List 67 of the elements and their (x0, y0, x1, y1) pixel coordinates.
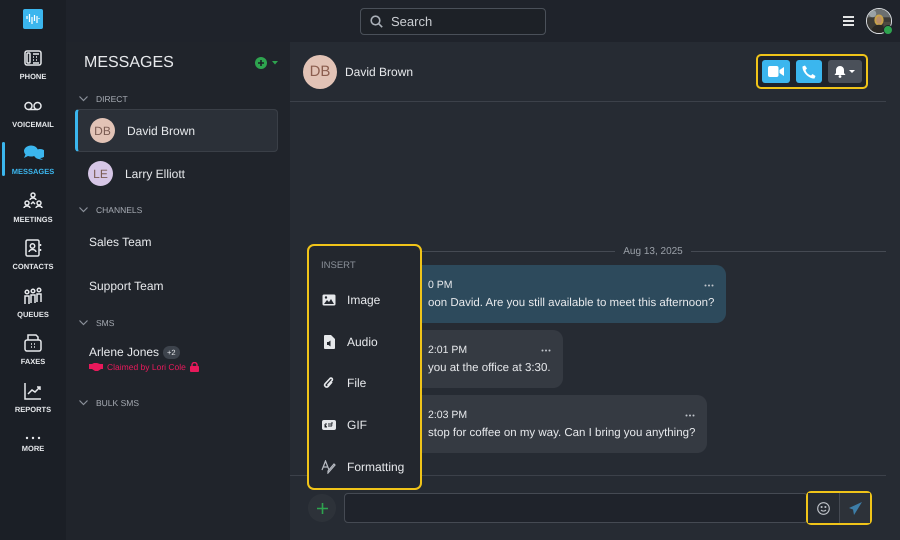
new-message-button[interactable] (255, 57, 278, 69)
gif-icon (322, 420, 336, 430)
chevron-down-icon[interactable] (79, 207, 88, 213)
meetings-icon (23, 190, 43, 211)
contact-name: David Brown (345, 64, 414, 78)
section-heading: SMS (96, 318, 114, 328)
initials-avatar: DB (90, 118, 115, 143)
channel-item[interactable]: Sales Team (75, 220, 278, 264)
caret-icon (272, 61, 278, 65)
initials-avatar: DB (303, 54, 337, 88)
conversation-item[interactable]: LE Larry Elliott (75, 152, 278, 195)
menu-icon[interactable] (843, 16, 854, 26)
bell-button[interactable] (828, 60, 862, 83)
contact-name[interactable]: Arlene Jones (89, 345, 160, 359)
message-text: oon David. Are you still available to meet this afternoon? (428, 297, 714, 309)
menu-item[interactable]: Audio (321, 320, 416, 363)
contacts-icon (23, 238, 43, 258)
channel-item[interactable]: Support Team (75, 264, 278, 308)
more-options-icon[interactable] (540, 348, 551, 352)
section-heading: CHANNELS (96, 205, 142, 215)
audio-file-icon (324, 334, 334, 349)
contact-name: Larry Elliott (125, 166, 186, 180)
conversation-item[interactable]: DB David Brown (75, 109, 278, 152)
chevron-down-icon[interactable] (79, 96, 88, 102)
claimed-status: Claimed by Lori Cole (107, 362, 186, 372)
more-icon (25, 436, 41, 440)
paper-plane-icon (848, 502, 862, 514)
chevron-down-icon[interactable] (79, 400, 88, 406)
reports-icon (23, 380, 43, 401)
video-button[interactable] (762, 60, 790, 83)
message-time: 0 PM (428, 279, 453, 291)
menu-heading: INSERT (321, 260, 357, 271)
formatting-icon (321, 460, 337, 474)
menu-item[interactable]: GIF (321, 404, 416, 446)
smiley-icon (817, 502, 830, 514)
message-time: 2:01 PM (428, 344, 468, 356)
message-text: stop for coffee on my way. Can I bring you anything? (428, 427, 696, 439)
handshake-icon (89, 363, 103, 371)
call-button[interactable] (796, 60, 822, 83)
chevron-down-icon[interactable] (79, 320, 88, 326)
initials-avatar: LE (88, 161, 113, 186)
bell-icon (834, 65, 856, 78)
menu-item[interactable]: Formatting (321, 446, 416, 488)
message-time: 2:03 PM (428, 409, 468, 421)
plus-circle-icon (255, 57, 267, 69)
queues-icon (23, 286, 43, 306)
date-divider: Aug 13, 2025 (623, 246, 683, 257)
section-heading: BULK SMS (96, 398, 139, 408)
message-input[interactable] (344, 493, 808, 523)
message-text: you at the office at 3:30. (428, 362, 551, 374)
section-heading: DIRECT (96, 94, 128, 104)
menu-item[interactable]: Image (321, 279, 416, 321)
fax-icon (23, 333, 43, 354)
more-options-icon[interactable] (685, 414, 696, 416)
add-button[interactable] (308, 494, 336, 522)
contact-name: David Brown (127, 124, 196, 138)
panel-title: MESSAGES (84, 54, 174, 72)
more-options-icon[interactable] (704, 284, 714, 286)
paperclip-icon (323, 376, 335, 390)
lock-icon (190, 362, 199, 372)
search-field[interactable]: Search (360, 8, 546, 34)
menu-item[interactable]: File (321, 362, 416, 404)
image-icon (322, 294, 336, 306)
video-camera-icon (768, 66, 784, 77)
phone-icon (802, 64, 816, 78)
plus-icon (316, 502, 328, 514)
phone-icon (23, 48, 43, 68)
